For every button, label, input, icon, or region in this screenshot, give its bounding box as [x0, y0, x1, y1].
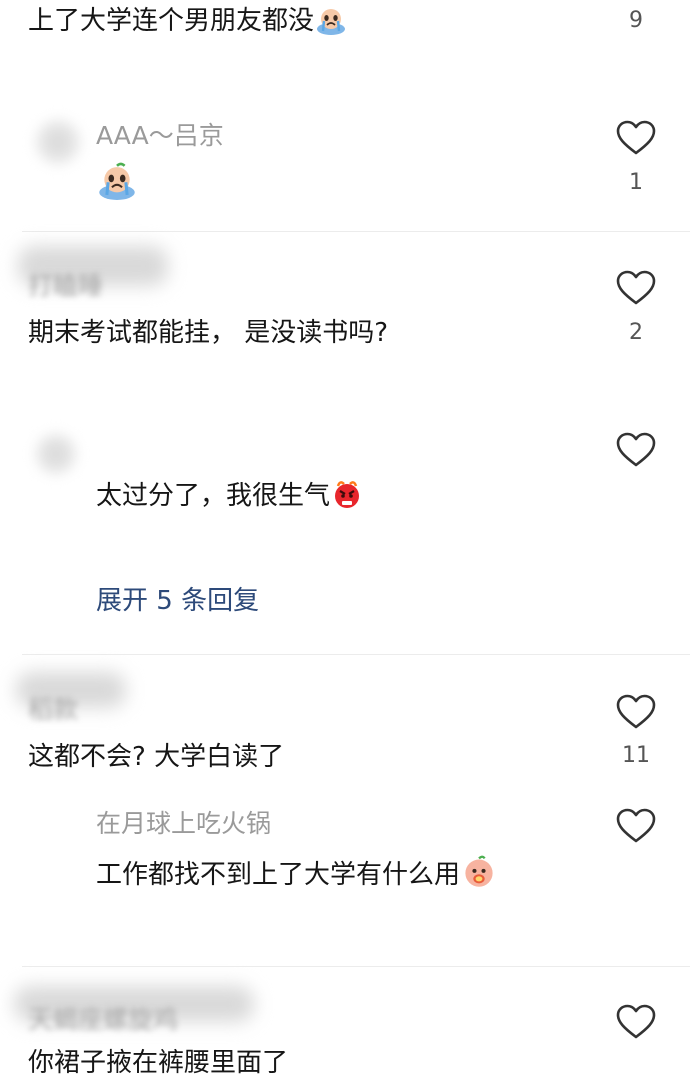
- crying-face-emoji-icon: [316, 5, 346, 35]
- heart-icon: [616, 694, 656, 729]
- heart-icon: [616, 432, 656, 467]
- heart-icon: [616, 808, 656, 843]
- comment-text-content: 上了大学连个男朋友都没: [28, 6, 315, 36]
- comment-text: 你裙子掖在裤腰里面了: [28, 1048, 289, 1078]
- heart-icon: [616, 1004, 656, 1039]
- like-button[interactable]: [616, 120, 656, 156]
- reply-text: 太过分了，我很生气: [96, 479, 362, 513]
- reply-text-content: 工作都找不到上了大学有什么用: [96, 860, 461, 890]
- divider: [22, 654, 690, 655]
- like-count: 9: [629, 8, 643, 33]
- reply-username[interactable]: AAA～吕京: [96, 120, 224, 152]
- like-button[interactable]: [616, 1004, 656, 1040]
- heart-icon: [616, 120, 656, 155]
- avatar[interactable]: [34, 432, 78, 476]
- reply-text: 工作都找不到上了大学有什么用: [96, 855, 496, 892]
- comment-text: 这都不会? 大学白读了: [28, 742, 285, 772]
- divider: [22, 231, 690, 232]
- like-button[interactable]: [616, 270, 656, 306]
- crying-face-emoji-icon: [98, 162, 136, 200]
- comment-username[interactable]: 天蝎座螺旋鸡: [28, 1004, 178, 1036]
- like-count: 11: [622, 743, 650, 768]
- reply-username[interactable]: 在月球上吃火锅: [96, 808, 271, 840]
- like-count: 1: [629, 170, 643, 195]
- like-count: 2: [629, 320, 643, 345]
- peach-face-emoji-icon: [462, 855, 496, 889]
- avatar[interactable]: [34, 118, 82, 166]
- reply-text-content: 太过分了，我很生气: [96, 481, 331, 511]
- comment-text: 期末考试都能挂， 是没读书吗?: [28, 318, 389, 348]
- expand-replies-link[interactable]: 展开 5 条回复: [96, 584, 259, 618]
- comment-username[interactable]: 稻款: [28, 694, 78, 726]
- divider: [22, 966, 690, 967]
- angry-face-emoji-icon: [332, 480, 362, 510]
- like-button[interactable]: [616, 432, 656, 468]
- comment-text: 上了大学连个男朋友都没: [28, 4, 346, 38]
- comment-username[interactable]: 打瞌睡: [28, 270, 103, 302]
- like-button[interactable]: [616, 808, 656, 844]
- reply-emoji: [96, 162, 136, 200]
- like-button[interactable]: [616, 694, 656, 730]
- heart-icon: [616, 270, 656, 305]
